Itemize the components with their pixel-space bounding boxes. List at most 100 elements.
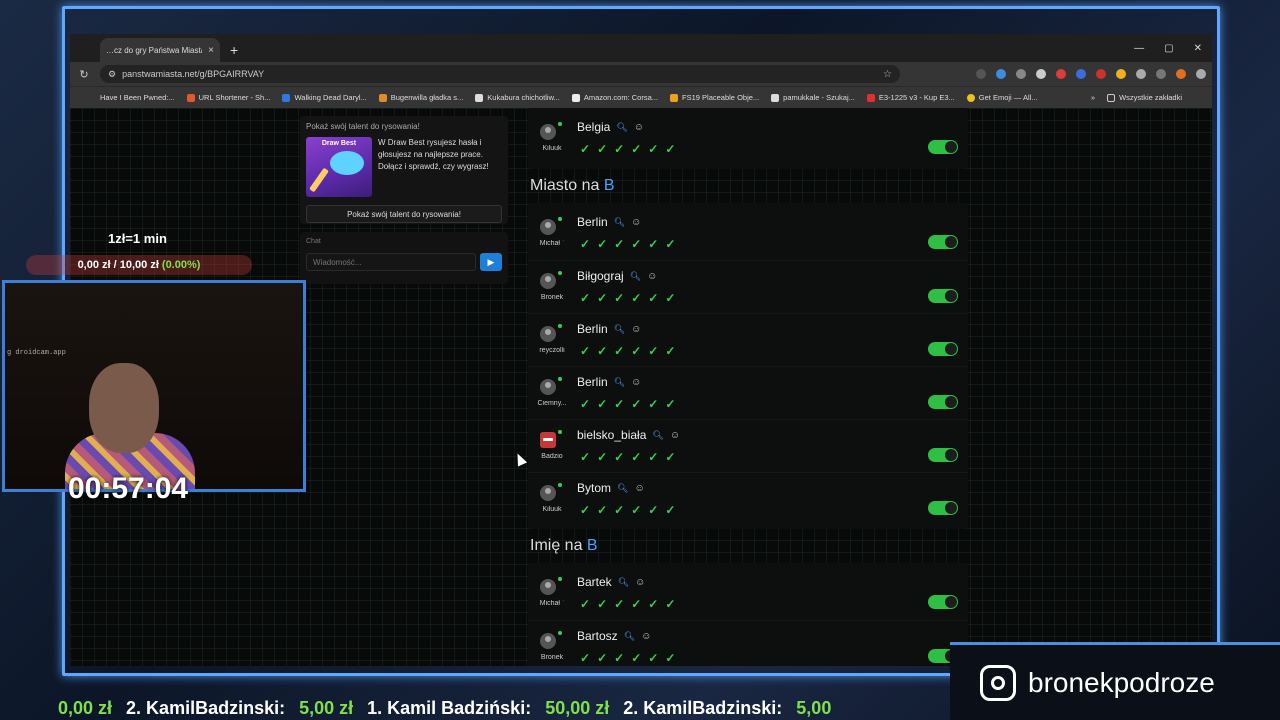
- accept-toggle[interactable]: [928, 289, 958, 303]
- extension-icon[interactable]: [1036, 69, 1046, 79]
- answer-value: Bartosz: [577, 629, 618, 643]
- promo-image[interactable]: Draw Best: [306, 137, 372, 197]
- answer-row: Badzio bielsko_biała 🔍︎ ☺ ✓ ✓ ✓ ✓ ✓ ✓: [528, 419, 968, 472]
- promo-button[interactable]: Pokaż swój talent do rysowania!: [306, 205, 502, 223]
- new-tab-icon[interactable]: +: [230, 42, 238, 58]
- minimize-icon[interactable]: —: [1134, 43, 1144, 54]
- check-icon: ✓: [648, 142, 659, 156]
- accept-toggle[interactable]: [928, 448, 958, 462]
- bookmark-item[interactable]: Bugenwilla gładka s...: [378, 93, 463, 102]
- search-icon[interactable]: 🔍︎: [617, 483, 628, 494]
- extension-icon[interactable]: [1056, 69, 1066, 79]
- search-icon[interactable]: 🔍︎: [624, 631, 635, 642]
- url-field[interactable]: ⚙ panstwamiasta.net/g/BPGAIRRVAY ☆: [100, 65, 900, 83]
- accept-toggle[interactable]: [928, 342, 958, 356]
- draw-best-promo: Pokaż swój talent do rysowania! Draw Bes…: [300, 116, 508, 224]
- category-letter: B: [586, 537, 598, 554]
- close-window-icon[interactable]: ✕: [1194, 43, 1202, 54]
- menu-icon[interactable]: [1156, 69, 1166, 79]
- accept-toggle[interactable]: [928, 140, 958, 154]
- extension-icon[interactable]: [1096, 69, 1106, 79]
- reload-icon[interactable]: ↻: [76, 68, 92, 81]
- bookmark-item[interactable]: Amazon.com: Corsa...: [571, 93, 658, 102]
- bookmark-item[interactable]: pamukkale - Szukaj...: [771, 93, 855, 102]
- category-letter: B: [603, 177, 615, 194]
- search-icon[interactable]: 🔍︎: [630, 271, 641, 282]
- extension-icon[interactable]: [976, 69, 986, 79]
- emoji-icon[interactable]: ☺: [635, 577, 645, 588]
- more-icon[interactable]: [1196, 69, 1206, 79]
- vote-checks: ✓ ✓ ✓ ✓ ✓ ✓: [580, 237, 675, 251]
- bookmark-item[interactable]: Kukabura chichotliw...: [475, 93, 560, 102]
- search-icon[interactable]: 🔍︎: [614, 217, 625, 228]
- bookmark-item[interactable]: Walking Dead Daryl...: [282, 93, 367, 102]
- donation-amount: 0,00 zł / 10,00 zł: [77, 259, 159, 271]
- browser-tab[interactable]: …cz do gry Państwa Miasta ×: [100, 38, 220, 62]
- accept-toggle[interactable]: [928, 501, 958, 515]
- check-icon: ✓: [614, 503, 625, 517]
- accept-toggle[interactable]: [928, 235, 958, 249]
- answer-text: Bartek 🔍︎ ☺: [577, 575, 645, 589]
- check-icon: ✓: [614, 450, 625, 464]
- check-icon: ✓: [665, 237, 676, 251]
- search-icon[interactable]: 🔍︎: [614, 377, 625, 388]
- bookmark-icon: [966, 93, 975, 102]
- profile-avatar[interactable]: [1176, 69, 1186, 79]
- bookmark-star-icon[interactable]: ☆: [883, 69, 892, 80]
- accept-toggle[interactable]: [928, 595, 958, 609]
- accept-toggle[interactable]: [928, 395, 958, 409]
- search-icon[interactable]: 🔍︎: [618, 577, 629, 588]
- check-icon: ✓: [665, 597, 676, 611]
- bookmark-item[interactable]: E3-1225 v3 - Kup E3...: [866, 93, 955, 102]
- emoji-icon[interactable]: ☺: [641, 631, 651, 642]
- bookmark-item[interactable]: FS19 Placeable Obje...: [670, 93, 759, 102]
- answer-text: Berlin 🔍︎ ☺: [577, 375, 641, 389]
- search-icon[interactable]: 🔍︎: [652, 430, 663, 441]
- answer-text: Bytom 🔍︎ ☺: [577, 481, 645, 495]
- extension-icon[interactable]: [1016, 69, 1026, 79]
- emoji-icon[interactable]: ☺: [631, 324, 641, 335]
- chat-panel: Chat ▶: [300, 232, 508, 284]
- site-info-icon[interactable]: ⚙: [108, 69, 116, 80]
- bookmarks-more[interactable]: »: [1091, 93, 1095, 102]
- bookmark-icon: [475, 93, 484, 102]
- answer-value: Berlin: [577, 375, 608, 389]
- check-icon: ✓: [597, 397, 608, 411]
- bookmark-item[interactable]: Have I Been Pwned:...: [100, 93, 175, 102]
- extension-icon[interactable]: [996, 69, 1006, 79]
- bookmark-item[interactable]: Get Emoji — All...: [966, 93, 1038, 102]
- vote-checks: ✓ ✓ ✓ ✓ ✓ ✓: [580, 397, 675, 411]
- avatar: [540, 379, 556, 395]
- extension-icon[interactable]: [1116, 69, 1126, 79]
- check-icon: ✓: [597, 142, 608, 156]
- answer-value: Berlin: [577, 215, 608, 229]
- emoji-icon[interactable]: ☺: [634, 122, 644, 133]
- answer-row: Michał ` Berlin 🔍︎ ☺ ✓ ✓ ✓ ✓ ✓ ✓: [528, 207, 968, 260]
- check-icon: ✓: [648, 397, 659, 411]
- tab-title: …cz do gry Państwa Miasta: [106, 45, 203, 55]
- bookmark-item[interactable]: URL Shortener - Sh...: [186, 93, 270, 102]
- search-icon[interactable]: 🔍︎: [616, 122, 627, 133]
- answer-row: Michał ` Bartek 🔍︎ ☺ ✓ ✓ ✓ ✓ ✓ ✓: [528, 567, 968, 620]
- search-icon[interactable]: 🔍︎: [614, 324, 625, 335]
- all-bookmarks[interactable]: Wszystkie zakładki: [1107, 93, 1182, 102]
- check-icon: ✓: [665, 503, 676, 517]
- online-dot: [558, 377, 562, 381]
- check-icon: ✓: [648, 503, 659, 517]
- check-icon: ✓: [631, 397, 642, 411]
- emoji-icon[interactable]: ☺: [631, 217, 641, 228]
- puzzle-icon[interactable]: [1136, 69, 1146, 79]
- close-icon[interactable]: ×: [208, 45, 214, 56]
- answer-text: Berlin 🔍︎ ☺: [577, 322, 641, 336]
- chat-input[interactable]: [306, 253, 476, 271]
- extension-icon[interactable]: [1076, 69, 1086, 79]
- emoji-icon[interactable]: ☺: [634, 483, 644, 494]
- emoji-icon[interactable]: ☺: [647, 271, 657, 282]
- answer-value: Bartek: [577, 575, 612, 589]
- answer-value: Biłgograj: [577, 269, 624, 283]
- emoji-icon[interactable]: ☺: [631, 377, 641, 388]
- emoji-icon[interactable]: ☺: [670, 430, 680, 441]
- send-icon[interactable]: ▶: [480, 253, 502, 271]
- bookmark-icon: [186, 93, 195, 102]
- maximize-icon[interactable]: ▢: [1164, 43, 1173, 54]
